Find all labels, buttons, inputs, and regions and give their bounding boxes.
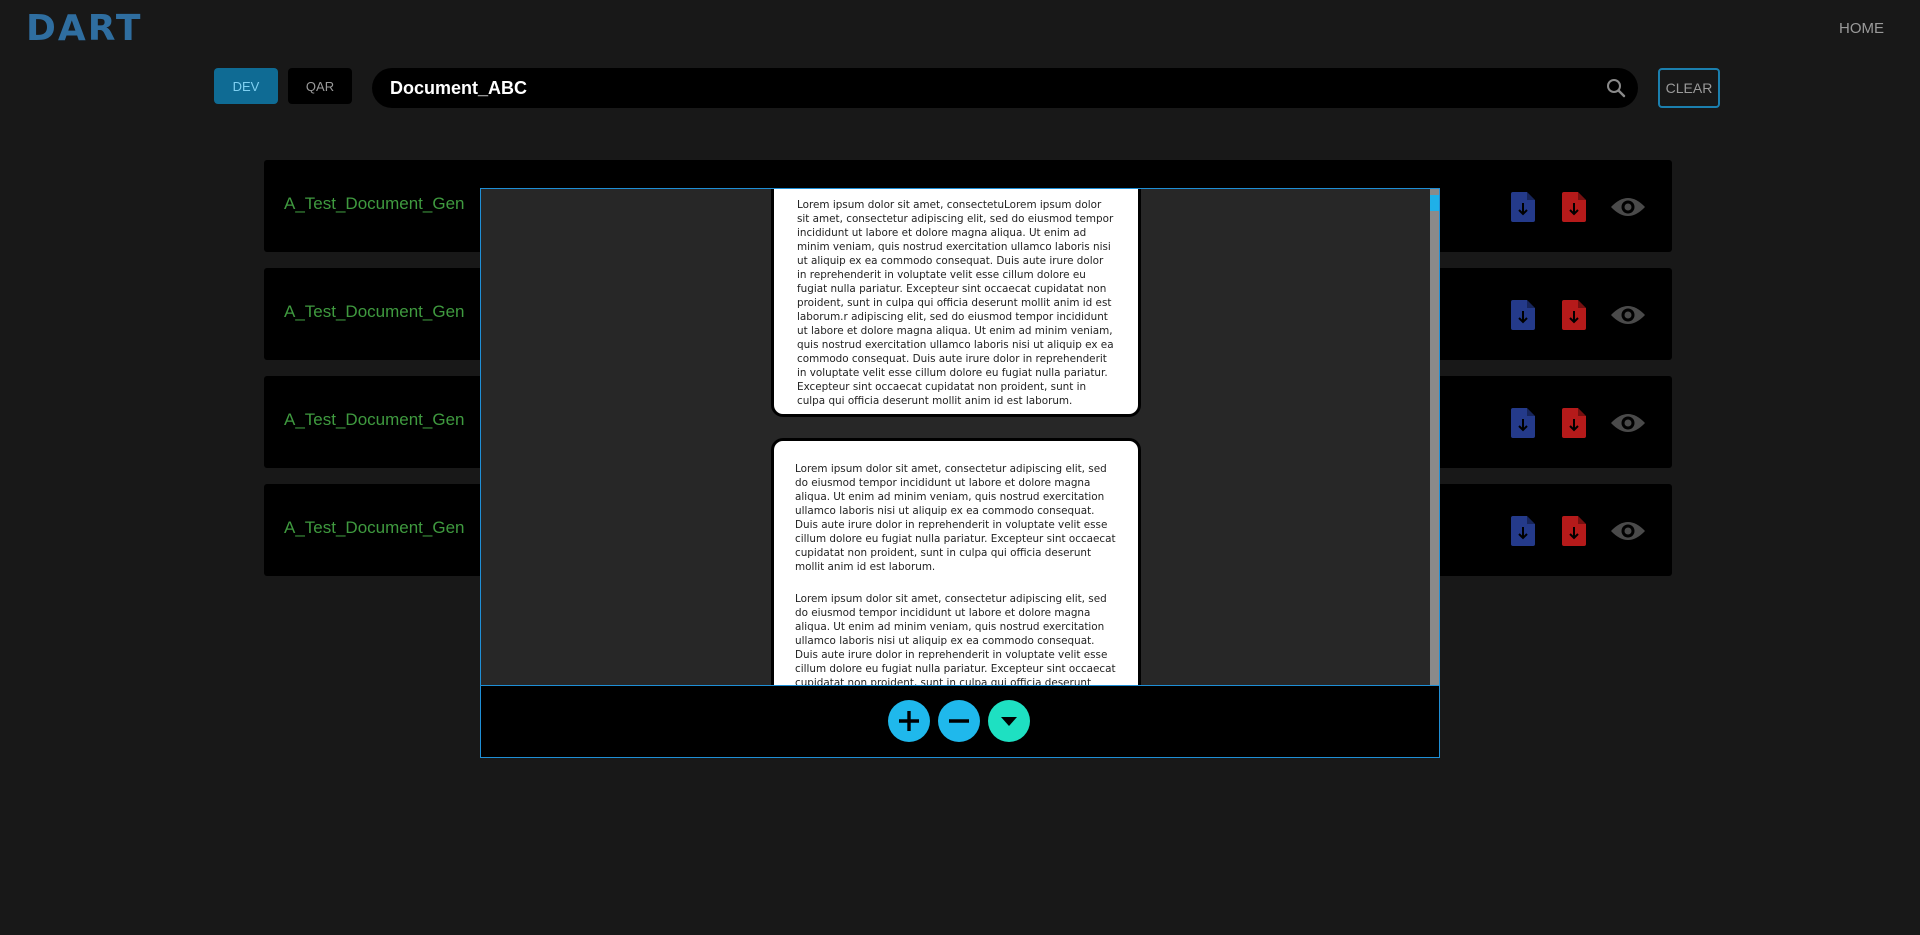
download-file-red-icon[interactable] <box>1562 300 1586 330</box>
document-preview-modal: Lorem ipsum dolor sit amet, consectetuLo… <box>480 188 1440 758</box>
viewer-scrollbar-thumb[interactable] <box>1430 195 1439 211</box>
zoom-out-button[interactable] <box>938 700 980 742</box>
page-1-text: Lorem ipsum dolor sit amet, consectetuLo… <box>797 199 1114 407</box>
viewer-controls <box>481 686 1439 757</box>
search-input[interactable]: Document_ABC <box>390 78 527 99</box>
download-file-blue-icon[interactable] <box>1511 516 1535 546</box>
clear-button[interactable]: CLEAR <box>1658 68 1720 108</box>
download-file-red-icon[interactable] <box>1562 408 1586 438</box>
document-actions <box>1511 514 1651 548</box>
env-tab-qar[interactable]: QAR <box>288 68 352 104</box>
env-tab-dev[interactable]: DEV <box>214 68 278 104</box>
document-name[interactable]: A_Test_Document_Gen <box>284 194 465 214</box>
page-2-paragraph: Lorem ipsum dolor sit amet, consectetur … <box>795 593 1116 686</box>
zoom-in-button[interactable] <box>888 700 930 742</box>
document-name[interactable]: A_Test_Document_Gen <box>284 302 465 322</box>
download-file-blue-icon[interactable] <box>1511 300 1535 330</box>
download-file-blue-icon[interactable] <box>1511 408 1535 438</box>
document-name[interactable]: A_Test_Document_Gen <box>284 410 465 430</box>
document-page-2: Lorem ipsum dolor sit amet, consectetur … <box>771 438 1141 686</box>
minus-icon <box>949 719 969 723</box>
eye-icon[interactable] <box>1610 519 1646 543</box>
document-viewer[interactable]: Lorem ipsum dolor sit amet, consectetuLo… <box>481 189 1439 686</box>
chevron-down-icon <box>1001 717 1017 726</box>
app-logo[interactable]: DART <box>26 8 142 49</box>
search-icon[interactable] <box>1606 78 1626 98</box>
eye-icon[interactable] <box>1610 195 1646 219</box>
eye-icon[interactable] <box>1610 411 1646 435</box>
document-actions <box>1511 406 1651 440</box>
download-file-blue-icon[interactable] <box>1511 192 1535 222</box>
download-toggle-button[interactable] <box>988 700 1030 742</box>
viewer-scrollbar[interactable] <box>1430 189 1439 685</box>
document-actions <box>1511 298 1651 332</box>
document-page-1: Lorem ipsum dolor sit amet, consectetuLo… <box>771 189 1141 417</box>
eye-icon[interactable] <box>1610 303 1646 327</box>
search-bar[interactable]: Document_ABC <box>372 68 1638 108</box>
download-file-red-icon[interactable] <box>1562 192 1586 222</box>
page-2-paragraph: Lorem ipsum dolor sit amet, consectetur … <box>795 463 1116 573</box>
document-actions <box>1511 190 1651 224</box>
plus-icon <box>899 711 919 731</box>
home-link[interactable]: HOME <box>1839 20 1884 37</box>
download-file-red-icon[interactable] <box>1562 516 1586 546</box>
document-name[interactable]: A_Test_Document_Gen <box>284 518 465 538</box>
